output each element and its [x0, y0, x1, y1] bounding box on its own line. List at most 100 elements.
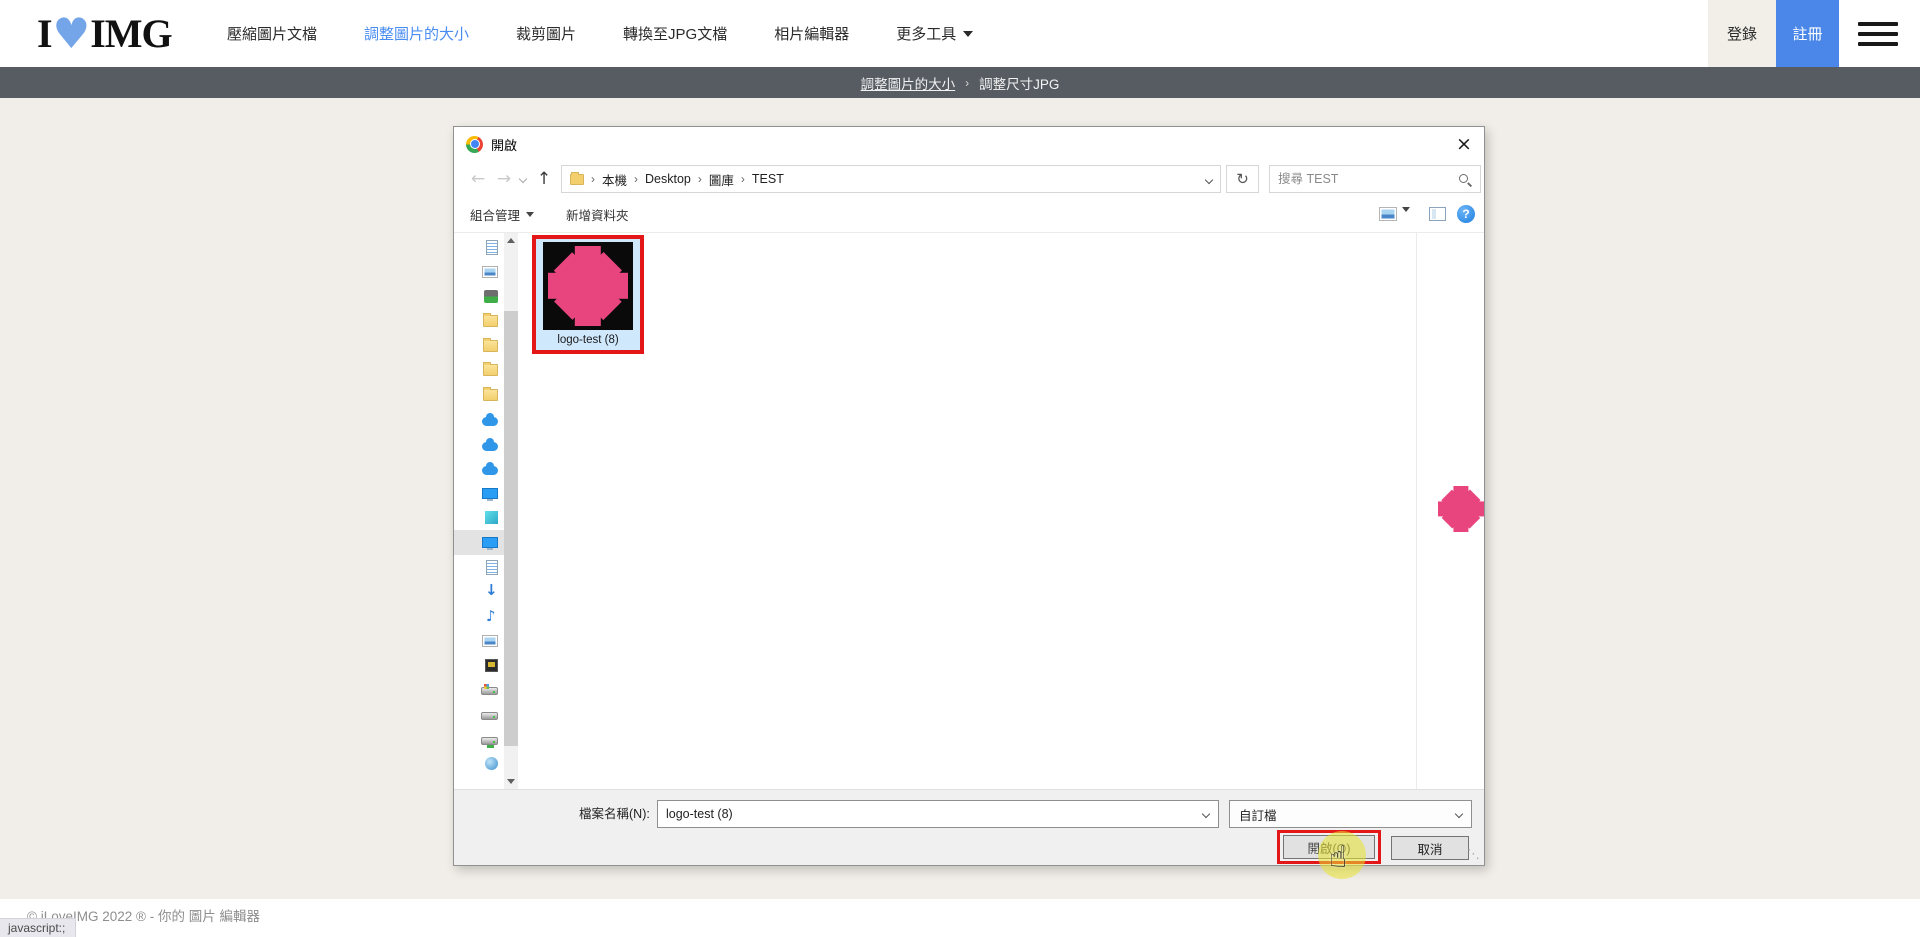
sidebar-scrollbar[interactable] — [504, 233, 518, 789]
sidebar-item-music[interactable] — [454, 604, 504, 629]
search-input[interactable] — [1278, 172, 1457, 186]
filename-label: 檔案名稱(N): — [579, 800, 650, 828]
scroll-up-icon[interactable] — [504, 233, 518, 248]
address-separator-icon: › — [698, 172, 702, 186]
hand-cursor-icon: ☝ — [1329, 840, 1347, 875]
signup-button[interactable]: 註冊 — [1776, 0, 1839, 67]
address-segment[interactable]: TEST — [752, 172, 784, 186]
sidebar-item-cube[interactable] — [454, 506, 504, 531]
resize-grip[interactable]: ⋱ — [1467, 847, 1480, 862]
dialog-toolbar: 組合管理 新增資料夾 ? — [454, 197, 1484, 233]
filetype-select[interactable]: 自訂檔 — [1229, 800, 1472, 828]
breadcrumb: 調整圖片的大小 › 調整尺寸JPG — [0, 67, 1920, 98]
sidebar-item-cloud[interactable] — [454, 432, 504, 457]
sidebar-item-folder[interactable] — [454, 333, 504, 358]
breadcrumb-link[interactable]: 調整圖片的大小 — [861, 73, 956, 93]
sidebar-item-disk[interactable] — [454, 702, 504, 727]
file-item[interactable]: logo-test (8) — [539, 242, 637, 349]
breadcrumb-separator: › — [965, 76, 969, 90]
music-icon — [484, 609, 498, 624]
forward-button[interactable]: → — [492, 165, 516, 193]
sidebar-item-desktop[interactable] — [454, 530, 504, 555]
filename-input[interactable] — [658, 807, 1203, 821]
address-separator-icon: › — [741, 172, 745, 186]
sidebar-item-film[interactable] — [454, 653, 504, 678]
caret-down-icon — [526, 212, 534, 217]
sidebar-item-disk-windows[interactable] — [454, 678, 504, 703]
sidebar-item-folder[interactable] — [454, 383, 504, 408]
sidebar-item-monitor[interactable] — [454, 481, 504, 506]
sidebar-item-pictures[interactable] — [454, 260, 504, 285]
sidebar-item-device[interactable] — [454, 284, 504, 309]
heart-icon: ♥ — [53, 14, 90, 54]
browser-status-bar: javascript:; — [0, 918, 76, 937]
close-icon[interactable]: × — [1452, 132, 1476, 156]
filename-dropdown-chevron-icon[interactable] — [1202, 810, 1210, 818]
site-logo[interactable]: I♥IMG — [37, 10, 172, 57]
logo-text-img: IMG — [90, 10, 171, 57]
nav-item[interactable]: 調整圖片的大小 — [364, 23, 469, 44]
document-icon — [486, 240, 498, 255]
preview-pane-divider — [1416, 233, 1417, 789]
change-view-button[interactable] — [1379, 207, 1397, 221]
organize-label: 組合管理 — [470, 205, 520, 224]
up-button[interactable]: ↑ — [532, 165, 556, 193]
document2-icon — [486, 560, 498, 575]
preview-pane-toggle[interactable] — [1429, 207, 1446, 221]
nav-item[interactable]: 裁剪圖片 — [516, 23, 576, 44]
cube-icon — [485, 511, 498, 524]
hamburger-menu-icon[interactable] — [1858, 22, 1898, 46]
sidebar-item-document[interactable] — [454, 235, 504, 260]
address-segment[interactable]: 本機 — [602, 170, 627, 189]
sidebar-item-cloud[interactable] — [454, 456, 504, 481]
sidebar-item-pictures[interactable] — [454, 629, 504, 654]
address-segment[interactable]: Desktop — [645, 172, 691, 186]
sidebar-item-cloud[interactable] — [454, 407, 504, 432]
disk-network-icon — [481, 737, 498, 745]
refresh-button[interactable]: ↻ — [1226, 165, 1259, 193]
new-folder-button[interactable]: 新增資料夾 — [566, 197, 629, 232]
sidebar-item-folder[interactable] — [454, 309, 504, 334]
cloud-icon — [482, 417, 498, 426]
sidebar-item-globe[interactable] — [454, 751, 504, 776]
recent-locations-chevron-icon[interactable] — [516, 165, 530, 193]
address-segment[interactable]: 圖庫 — [709, 170, 734, 189]
sidebar-item-folder[interactable] — [454, 358, 504, 383]
help-icon[interactable]: ? — [1457, 205, 1475, 223]
address-bar[interactable]: ›本機›Desktop›圖庫›TEST — [561, 165, 1221, 193]
nav-item[interactable]: 更多工具 — [896, 23, 973, 44]
pink-asterisk-logo — [548, 246, 628, 326]
organize-menu[interactable]: 組合管理 — [470, 197, 534, 232]
scrollbar-thumb[interactable] — [504, 311, 518, 746]
address-segments: ›本機›Desktop›圖庫›TEST — [591, 170, 784, 189]
pictures-icon — [482, 266, 498, 278]
back-button[interactable]: ← — [466, 165, 490, 193]
search-box — [1269, 165, 1481, 193]
disk-windows-icon — [481, 687, 498, 695]
chrome-icon — [466, 136, 483, 153]
sidebar-item-document2[interactable] — [454, 555, 504, 580]
nav-item[interactable]: 壓縮圖片文檔 — [227, 23, 317, 44]
sidebar-list — [454, 235, 504, 776]
nav-item[interactable]: 轉換至JPG文檔 — [623, 23, 727, 44]
address-dropdown-chevron-icon[interactable] — [1206, 172, 1212, 186]
site-header: I♥IMG 壓縮圖片文檔 調整圖片的大小 裁剪圖片 轉換至JPG文檔 相片編輯器 更多工具… — [0, 0, 1920, 67]
login-button[interactable]: 登錄 — [1708, 0, 1776, 67]
cloud-icon — [482, 466, 498, 475]
nav-item[interactable]: 相片編輯器 — [774, 23, 849, 44]
dialog-titlebar[interactable]: 開啟 — [454, 127, 1484, 161]
folder-icon — [483, 389, 498, 401]
film-icon — [485, 659, 498, 672]
sidebar-item-disk-network[interactable] — [454, 727, 504, 752]
address-separator-icon: › — [634, 172, 638, 186]
scroll-down-icon[interactable] — [504, 774, 518, 789]
filetype-chevron-icon — [1455, 810, 1463, 818]
search-icon[interactable] — [1457, 172, 1472, 187]
dialog-navigation-row: ← → ↑ ›本機›Desktop›圖庫›TEST ↻ — [454, 161, 1484, 197]
view-options-caret-icon[interactable] — [1402, 212, 1410, 230]
sidebar-item-download[interactable] — [454, 579, 504, 604]
filename-field — [657, 800, 1219, 828]
cancel-button[interactable]: 取消 — [1391, 836, 1469, 860]
caret-down-icon — [963, 31, 973, 37]
folder-icon — [483, 340, 498, 352]
